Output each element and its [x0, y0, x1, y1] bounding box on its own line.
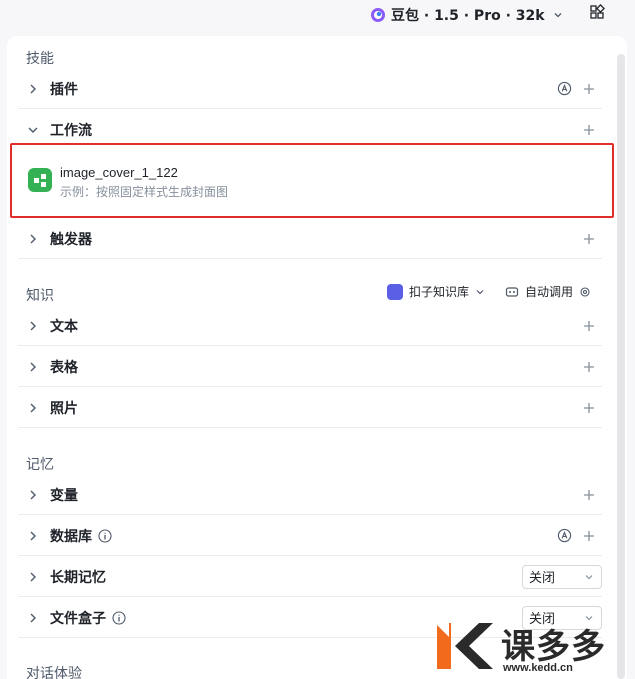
- add-plugin-icon[interactable]: [582, 82, 596, 96]
- knowledge-controls: 扣子知识库 自动调用: [387, 283, 591, 300]
- workflow-nodes-icon: [34, 174, 46, 187]
- add-text-icon[interactable]: [582, 319, 596, 333]
- top-bar: 豆包 · 1.5 · Pro · 32k: [0, 0, 635, 36]
- auto-call-label[interactable]: 自动调用: [525, 283, 573, 300]
- add-variable-icon[interactable]: [582, 488, 596, 502]
- table-label: 表格: [50, 359, 78, 376]
- add-trigger-icon[interactable]: [582, 232, 596, 246]
- info-icon[interactable]: [112, 610, 126, 625]
- chevron-down-icon: [28, 127, 38, 133]
- text-row[interactable]: 文本: [18, 306, 602, 346]
- chevron-right-icon: [30, 613, 36, 622]
- plugins-row[interactable]: 插件: [18, 69, 602, 109]
- plugins-label: 插件: [50, 81, 78, 98]
- chevron-right-icon: [30, 84, 36, 93]
- add-table-icon[interactable]: [582, 360, 596, 374]
- auto-a-icon[interactable]: [557, 81, 572, 96]
- workflow-label: 工作流: [50, 123, 92, 139]
- dialog-section-title: 对话体验: [26, 666, 82, 679]
- kedd-logo-icon: [435, 623, 493, 669]
- trigger-row[interactable]: 触发器: [18, 219, 602, 259]
- chevron-down-icon: [585, 574, 593, 579]
- knowledge-section-title: 知识: [26, 288, 54, 304]
- table-row[interactable]: 表格: [18, 347, 602, 387]
- trigger-label: 触发器: [50, 231, 92, 248]
- chevron-right-icon: [30, 490, 36, 499]
- database-row[interactable]: 数据库: [18, 516, 602, 556]
- model-label: 豆包 · 1.5 · Pro · 32k: [391, 8, 545, 24]
- photo-row[interactable]: 照片: [18, 388, 602, 428]
- long-term-memory-label: 长期记忆: [50, 569, 106, 586]
- watermark-brand: 课多多: [501, 627, 606, 667]
- model-selector[interactable]: 豆包 · 1.5 · Pro · 32k: [370, 3, 564, 27]
- workflow-icon: [28, 168, 52, 192]
- info-icon[interactable]: [98, 528, 112, 543]
- workflow-name: image_cover_1_122: [60, 165, 178, 180]
- scrollbar[interactable]: [617, 54, 625, 679]
- auto-a-icon[interactable]: [557, 528, 572, 543]
- chevron-right-icon: [30, 321, 36, 330]
- database-label: 数据库: [50, 528, 92, 545]
- long-term-memory-row[interactable]: 长期记忆 关闭: [18, 557, 602, 597]
- workflow-item-card[interactable]: image_cover_1_122 示例：按照固定样式生成封面图: [10, 143, 614, 218]
- variables-row[interactable]: 变量: [18, 475, 602, 515]
- long-term-memory-select[interactable]: 关闭: [522, 564, 602, 589]
- workflow-description: 示例：按照固定样式生成封面图: [60, 185, 229, 199]
- add-workflow-icon[interactable]: [582, 123, 596, 137]
- kb-logo-icon: [387, 283, 403, 300]
- add-database-icon[interactable]: [582, 529, 596, 543]
- long-term-memory-value: 关闭: [529, 571, 556, 586]
- chevron-right-icon: [30, 362, 36, 371]
- kb-source-label[interactable]: 扣子知识库: [409, 283, 469, 300]
- variables-label: 变量: [50, 487, 78, 504]
- skills-section-title: 技能: [26, 51, 54, 67]
- chevron-right-icon: [30, 403, 36, 412]
- chevron-down-icon[interactable]: [475, 287, 485, 297]
- chevron-right-icon: [30, 234, 36, 243]
- chevron-down-icon: [554, 13, 562, 18]
- filebox-label: 文件盒子: [50, 610, 106, 627]
- watermark-url: www.kedd.cn: [503, 662, 573, 674]
- grid-icon[interactable]: [589, 4, 605, 20]
- watermark: 课多多 www.kedd.cn: [435, 619, 635, 679]
- auto-call-icon: [505, 286, 519, 297]
- skills-panel: 技能 插件 工作流 image_cover_1_122 示例：按照固定样式生成封…: [7, 36, 627, 679]
- memory-section-title: 记忆: [26, 457, 54, 473]
- add-photo-icon[interactable]: [582, 401, 596, 415]
- chevron-right-icon: [30, 572, 36, 581]
- text-label: 文本: [50, 318, 78, 335]
- photo-label: 照片: [50, 400, 78, 417]
- doubao-logo-icon: [371, 8, 385, 22]
- chevron-right-icon: [30, 531, 36, 540]
- gear-icon[interactable]: [579, 286, 591, 298]
